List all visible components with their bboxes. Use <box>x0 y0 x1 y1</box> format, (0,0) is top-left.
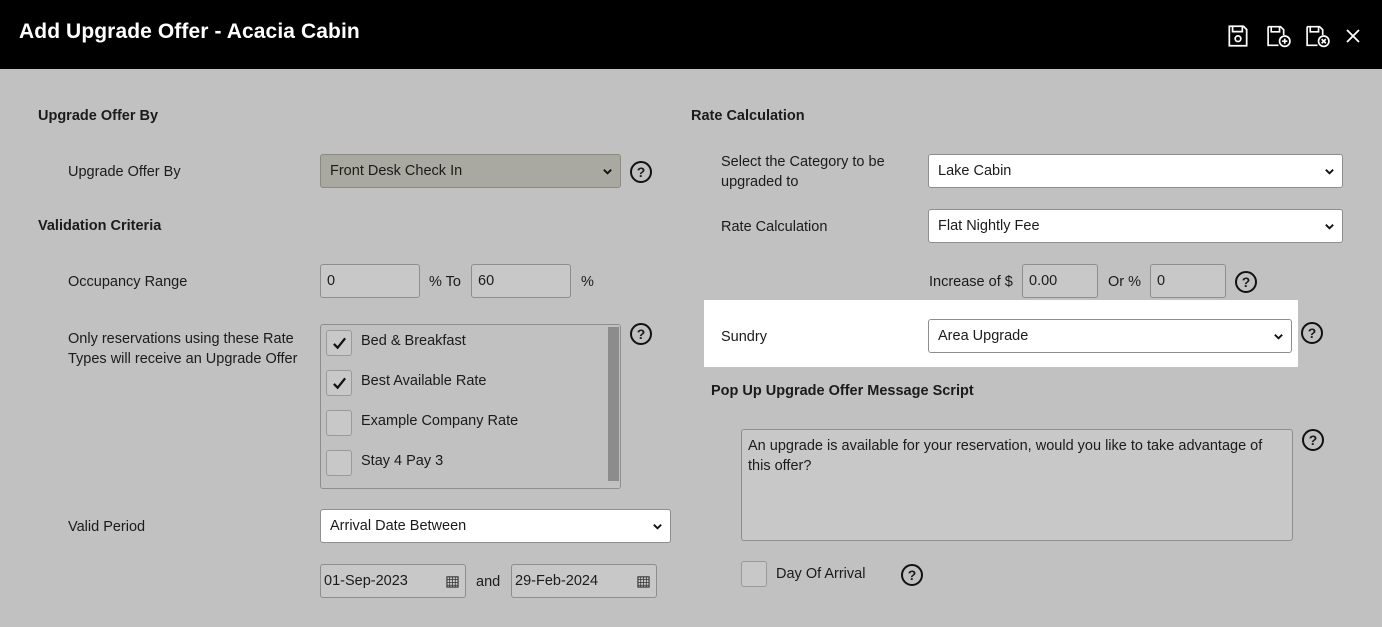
upgrade-offer-by-value: Front Desk Check In <box>330 163 463 179</box>
popup-message-heading: Pop Up Upgrade Offer Message Script <box>711 383 974 399</box>
checkmark-icon <box>333 337 347 350</box>
category-label: Select the Category to be upgraded to <box>721 154 885 190</box>
date-to-input[interactable]: 29-Feb-2024 <box>511 564 657 598</box>
upgrade-offer-by-label: Upgrade Offer By <box>68 164 181 180</box>
rate-type-checkbox[interactable] <box>326 410 352 436</box>
help-icon[interactable]: ? <box>901 564 923 586</box>
rate-types-label: Only reservations using these Rate Types… <box>68 331 298 367</box>
rate-type-label: Example Company Rate <box>361 413 519 429</box>
day-of-arrival-checkbox[interactable] <box>741 561 767 587</box>
increase-label: Increase of $ <box>929 274 1013 290</box>
valid-period-select[interactable]: Arrival Date Between <box>320 509 671 543</box>
occupancy-range-label: Occupancy Range <box>68 274 188 290</box>
occupancy-to-label: % To <box>429 274 461 290</box>
validation-criteria-heading: Validation Criteria <box>38 218 162 234</box>
rate-calculation-label: Rate Calculation <box>721 219 828 235</box>
calendar-icon[interactable] <box>446 575 459 588</box>
help-icon[interactable]: ? <box>1301 322 1323 344</box>
chevron-down-icon <box>1324 166 1335 177</box>
increase-amount-input[interactable]: 0.00 <box>1022 264 1098 298</box>
increase-percent-input[interactable]: 0 <box>1150 264 1226 298</box>
chevron-down-icon <box>1273 331 1284 342</box>
occupancy-percent-label: % <box>581 274 594 290</box>
rate-calculation-value: Flat Nightly Fee <box>938 218 1040 234</box>
scrollbar[interactable] <box>607 325 620 488</box>
valid-period-value: Arrival Date Between <box>330 518 467 534</box>
scrollbar-thumb[interactable] <box>608 327 619 481</box>
save-icon[interactable] <box>1225 23 1251 49</box>
dialog-header: Add Upgrade Offer - Acacia Cabin <box>0 0 1382 69</box>
calendar-icon[interactable] <box>637 575 650 588</box>
chevron-down-icon <box>1324 221 1335 232</box>
category-value: Lake Cabin <box>938 163 1012 179</box>
sundry-value: Area Upgrade <box>938 328 1029 344</box>
date-from-input[interactable]: 01-Sep-2023 <box>320 564 466 598</box>
rate-types-listbox[interactable]: Bed & Breakfast Best Available Rate Exam… <box>320 324 621 489</box>
sundry-select[interactable]: Area Upgrade <box>928 319 1292 353</box>
help-icon[interactable]: ? <box>1302 429 1324 451</box>
day-of-arrival-label: Day Of Arrival <box>776 566 866 582</box>
chevron-down-icon <box>602 166 613 177</box>
checkmark-icon <box>333 377 347 390</box>
help-icon[interactable]: ? <box>630 161 652 183</box>
date-to-value: 29-Feb-2024 <box>515 573 599 589</box>
sundry-label: Sundry <box>721 329 767 345</box>
valid-period-label: Valid Period <box>68 519 146 535</box>
rate-calculation-select[interactable]: Flat Nightly Fee <box>928 209 1343 243</box>
date-from-value: 01-Sep-2023 <box>324 573 408 589</box>
upgrade-offer-by-select[interactable]: Front Desk Check In <box>320 154 621 188</box>
save-and-new-icon[interactable] <box>1265 23 1292 49</box>
help-icon[interactable]: ? <box>630 323 652 345</box>
category-select[interactable]: Lake Cabin <box>928 154 1343 188</box>
or-percent-label: Or % <box>1108 274 1142 290</box>
rate-type-checkbox[interactable] <box>326 450 352 476</box>
rate-type-checkbox[interactable] <box>326 330 352 356</box>
close-icon[interactable] <box>1344 23 1362 49</box>
upgrade-offer-by-heading: Upgrade Offer By <box>38 108 159 124</box>
occupancy-from-input[interactable]: 0 <box>320 264 420 298</box>
rate-type-label: Bed & Breakfast <box>361 333 466 349</box>
dialog-title: Add Upgrade Offer - Acacia Cabin <box>19 20 360 43</box>
save-and-close-icon[interactable] <box>1304 23 1331 49</box>
occupancy-to-input[interactable]: 60 <box>471 264 571 298</box>
chevron-down-icon <box>652 521 663 532</box>
rate-type-label: Stay 4 Pay 3 <box>361 453 444 469</box>
help-icon[interactable]: ? <box>1235 271 1257 293</box>
rate-type-checkbox[interactable] <box>326 370 352 396</box>
rate-type-label: Best Available Rate <box>361 373 487 389</box>
popup-message-textarea[interactable]: An upgrade is available for your reserva… <box>741 429 1293 541</box>
date-and-label: and <box>476 574 501 590</box>
rate-calculation-heading: Rate Calculation <box>691 108 805 124</box>
